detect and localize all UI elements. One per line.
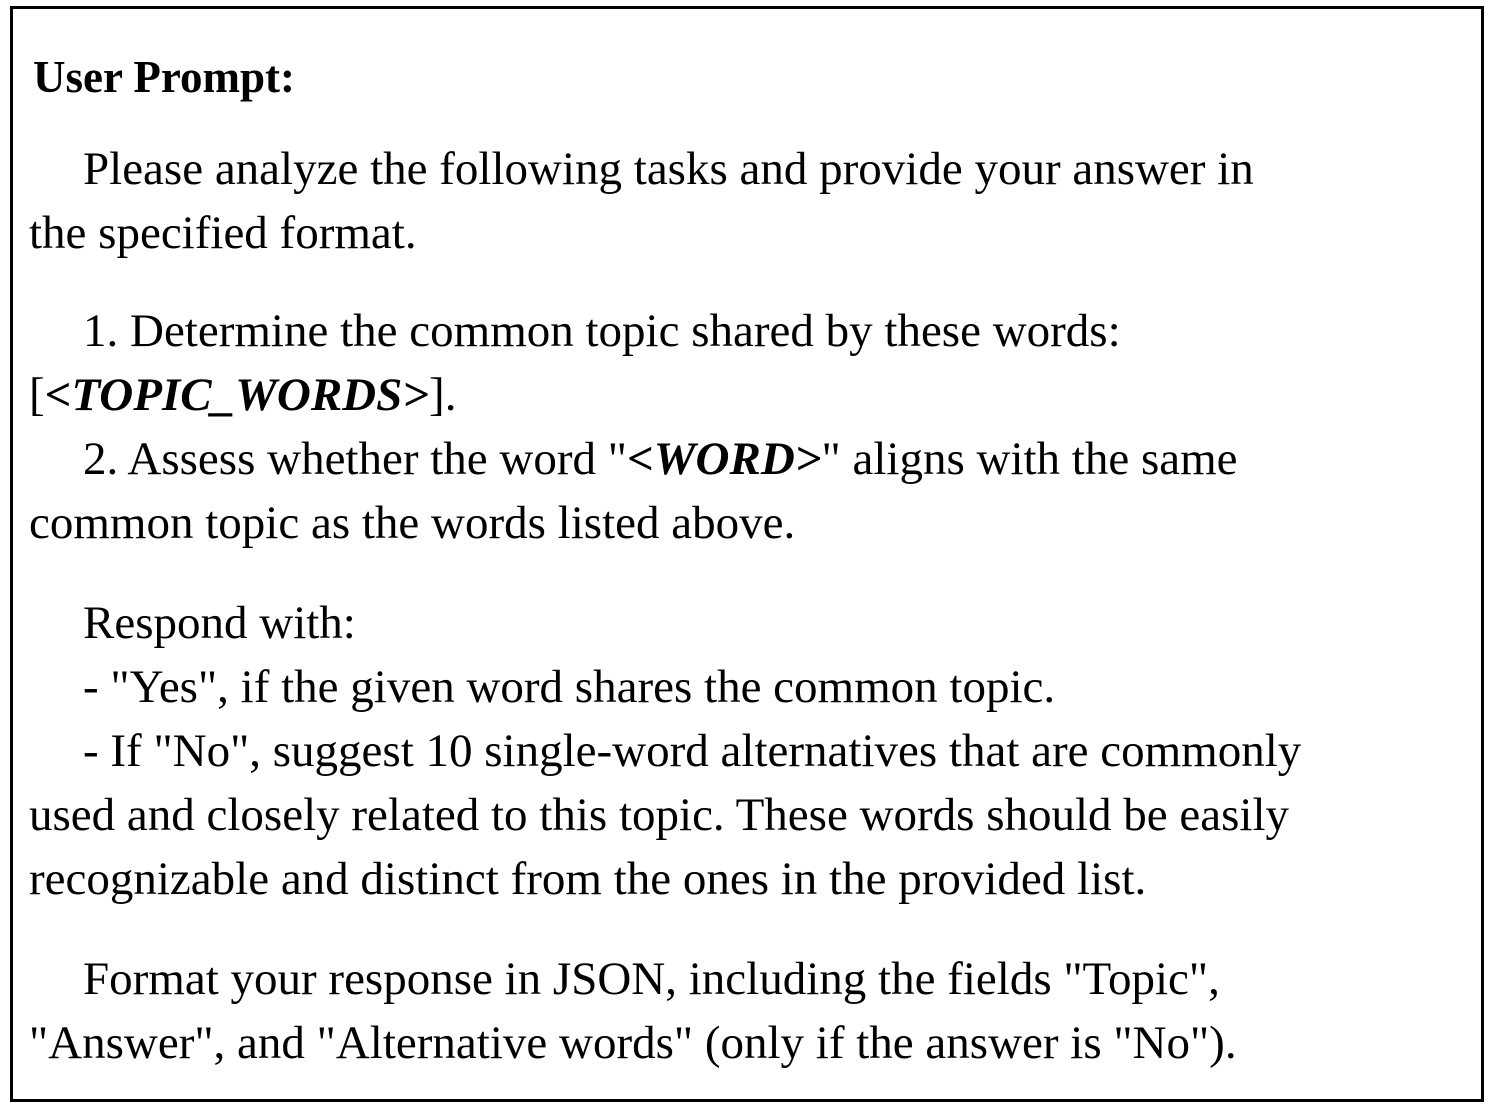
respond-no-line-3: recognizable and distinct from the ones … — [29, 853, 1147, 905]
task-2-before: 2. Assess whether the word " — [83, 433, 627, 485]
format-line-1: Format your response in JSON, including … — [83, 953, 1220, 1005]
task-2-after: " aligns with the same — [821, 433, 1238, 485]
prompt-title: User Prompt: — [33, 52, 296, 102]
respond-no-line-1: - If "No", suggest 10 single-word altern… — [83, 725, 1302, 777]
bracket-close: ]. — [429, 369, 457, 421]
intro-line-2: the specified format. — [29, 207, 417, 259]
task-1-words-line: [<TOPIC_WORDS>]. — [29, 365, 456, 425]
respond-yes: - "Yes", if the given word shares the co… — [83, 661, 1056, 713]
task-2-line-2: common topic as the words listed above. — [29, 497, 796, 549]
task-2-line: 2. Assess whether the word "<WORD>" alig… — [83, 429, 1238, 489]
task-1-line: 1. Determine the common topic shared by … — [83, 305, 1121, 357]
respond-heading: Respond with: — [83, 597, 356, 649]
prompt-box: User Prompt: Please analyze the followin… — [10, 6, 1484, 1102]
topic-words-placeholder: <TOPIC_WORDS> — [44, 369, 430, 421]
respond-no-line-2: used and closely related to this topic. … — [29, 789, 1290, 841]
format-line-2: "Answer", and "Alternative words" (only … — [29, 1017, 1237, 1069]
word-placeholder: <WORD> — [626, 433, 822, 485]
bracket-open: [ — [29, 369, 45, 421]
intro-line-1: Please analyze the following tasks and p… — [83, 143, 1254, 195]
